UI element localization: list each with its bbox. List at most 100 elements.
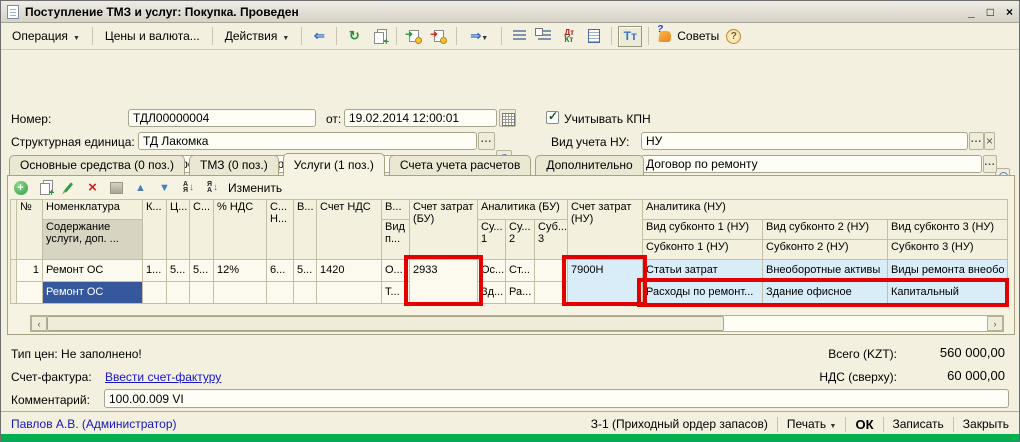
cell-schet-zatrat-nu[interactable]: 7900Н (568, 260, 643, 304)
tab-uslugi[interactable]: Услуги (1 поз.) (283, 153, 385, 176)
advice-book-icon (658, 31, 672, 42)
cell-kolichestvo[interactable]: 1... (143, 260, 167, 282)
nomer-input[interactable] (128, 109, 316, 127)
cell-summa-nds[interactable]: 6... (267, 260, 294, 282)
cell-vsego[interactable]: 5... (294, 260, 317, 282)
edit-mode-label[interactable]: Изменить (228, 181, 282, 195)
cell-empty[interactable] (317, 282, 382, 304)
cell-vid-p[interactable]: Т... (382, 282, 410, 304)
end-edit-button[interactable] (108, 180, 125, 196)
scroll-left-button[interactable]: ‹ (31, 316, 47, 331)
copy-row-button[interactable]: + (36, 180, 53, 196)
print-button[interactable]: Печать (787, 417, 837, 431)
subordination-structure-button[interactable] (508, 26, 530, 47)
cell-empty[interactable] (190, 282, 214, 304)
sort-descending-button[interactable]: ЯА↓ (204, 180, 221, 196)
help-icon[interactable] (726, 29, 741, 44)
cell-schet-zatrat-bu[interactable]: 2933 (410, 260, 478, 304)
cell-num[interactable] (17, 282, 43, 304)
refresh-button[interactable]: ↻ (343, 26, 365, 47)
refill-from-document-button[interactable]: ⇐ (308, 26, 330, 47)
ellipsis-button[interactable] (478, 132, 495, 150)
coin-icon (440, 37, 447, 44)
struct-input[interactable] (138, 132, 477, 150)
vid-ucheta-input[interactable] (641, 132, 968, 150)
col-header-kolichestvo: К... (143, 200, 167, 260)
maximize-button[interactable]: □ (987, 2, 994, 22)
actions-menu[interactable]: Действия (219, 26, 296, 46)
ok-button[interactable]: ОК (855, 417, 873, 432)
cell-empty[interactable] (294, 282, 317, 304)
horizontal-scrollbar[interactable]: ‹ › (30, 315, 1004, 332)
comment-input[interactable] (104, 389, 1009, 408)
cell-empty[interactable] (143, 282, 167, 304)
cell-num[interactable]: 1 (17, 260, 43, 282)
cell-su1[interactable]: Зд... (478, 282, 506, 304)
dogovor-input[interactable] (641, 155, 982, 173)
tab-tmz[interactable]: ТМЗ (0 поз.) (189, 155, 279, 175)
ellipsis-button[interactable] (969, 132, 984, 150)
add-row-button[interactable] (12, 180, 29, 196)
cell-empty[interactable] (214, 282, 267, 304)
cell-empty[interactable] (267, 282, 294, 304)
cell-summa[interactable]: 5... (190, 260, 214, 282)
formatting-button[interactable]: Тт (618, 26, 642, 47)
move-down-button[interactable] (156, 180, 173, 196)
prices-currency-menu[interactable]: Цены и валюта... (99, 26, 206, 46)
sort-ascending-button[interactable]: АЯ↓ (180, 180, 197, 196)
col-header-schet-zatrat-nu: Счет затрат (НУ) (568, 200, 643, 260)
close-form-button[interactable]: Закрыть (963, 417, 1009, 431)
close-button[interactable]: × (1006, 2, 1013, 22)
cell-vid-p[interactable]: О... (382, 260, 410, 282)
posting-mode-button[interactable] (533, 26, 555, 47)
cell-subkonto3[interactable]: Капитальный (888, 282, 1008, 304)
cell-subkonto1[interactable]: Расходы по ремонт... (643, 282, 763, 304)
cell-empty[interactable] (167, 282, 190, 304)
cell-su3[interactable] (535, 282, 568, 304)
cell-nomenklatura[interactable]: Ремонт ОС (43, 260, 143, 282)
titlebar: Поступление ТМЗ и услуг: Покупка. Провед… (1, 1, 1019, 23)
cell-su3[interactable] (535, 260, 568, 282)
enter-on-basis-button[interactable]: ⇒ (463, 26, 495, 47)
enter-invoice-link[interactable]: Ввести счет-фактуру (105, 369, 221, 385)
dt-kt-button[interactable]: ДтКт (558, 26, 580, 47)
receipt-prices-button[interactable]: ➔ (403, 26, 425, 47)
tab-osnovnye-sredstva[interactable]: Основные средства (0 поз.) (9, 155, 185, 175)
cell-cena[interactable]: 5... (167, 260, 190, 282)
return-prices-button[interactable]: ➔ (428, 26, 450, 47)
cell-soderzhanie-selected[interactable]: Ремонт ОС (43, 282, 143, 304)
date-input[interactable] (344, 109, 497, 127)
kpn-checkbox[interactable] (546, 111, 559, 124)
tab-scheta-ucheta[interactable]: Счета учета расчетов (389, 155, 531, 175)
cell-vid-subkonto1[interactable]: Статьи затрат (643, 260, 763, 282)
col-header-schet-nds: Счет НДС (317, 200, 382, 260)
col-header-analitika-bu: Аналитика (БУ) (478, 200, 568, 220)
scroll-right-button[interactable]: › (987, 316, 1003, 331)
copy-document-button[interactable]: + (368, 26, 390, 47)
calendar-button[interactable] (499, 109, 516, 127)
minimize-button[interactable]: _ (968, 2, 975, 22)
cell-vid-subkonto3[interactable]: Виды ремонта внеобо (888, 260, 1008, 282)
scrollbar-track[interactable] (47, 316, 987, 331)
move-up-button[interactable] (132, 180, 149, 196)
add-icon (14, 181, 28, 195)
edit-row-button[interactable] (60, 180, 77, 196)
cell-pct-nds[interactable]: 12% (214, 260, 267, 282)
cell-schet-nds[interactable]: 1420 (317, 260, 382, 282)
cell-su2[interactable]: Ра... (506, 282, 535, 304)
clear-button[interactable] (984, 132, 995, 150)
tab-dopolnitelno[interactable]: Дополнительно (535, 155, 643, 175)
delete-row-button[interactable] (84, 180, 101, 196)
ellipsis-button[interactable] (983, 155, 997, 173)
cell-su2[interactable]: Ст... (506, 260, 535, 282)
document-journal-button[interactable] (583, 26, 605, 47)
cell-su1[interactable]: Ос... (478, 260, 506, 282)
cell-subkonto2[interactable]: Здание офисное (763, 282, 888, 304)
scrollbar-thumb[interactable] (47, 316, 724, 331)
col-header-schet-zatrat-bu: Счет затрат (БУ) (410, 200, 478, 260)
cell-vid-subkonto2[interactable]: Внеоборотные активы (763, 260, 888, 282)
advice-button[interactable]: Советы (655, 29, 723, 43)
operation-menu[interactable]: Операция (6, 26, 86, 46)
save-button[interactable]: Записать (893, 417, 944, 431)
posting-mode-icon (538, 30, 551, 42)
